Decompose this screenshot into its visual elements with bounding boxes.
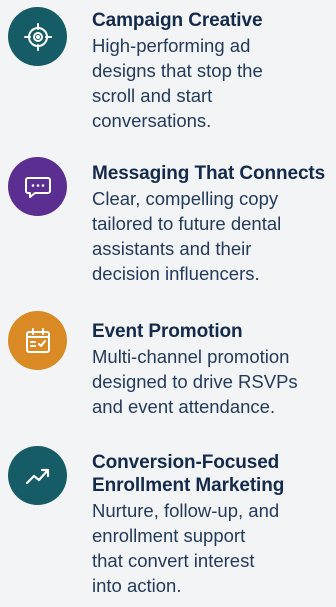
calendar-icon bbox=[25, 327, 50, 353]
service-description: High-performing ad designs that stop the… bbox=[92, 35, 263, 131]
service-description: Nurture, follow-up, and enrollment suppo… bbox=[92, 500, 280, 596]
service-title: Campaign Creative bbox=[92, 10, 263, 31]
service-title: Messaging That Connects bbox=[92, 163, 326, 184]
target-icon-badge bbox=[8, 7, 67, 66]
service-title: Conversion-Focused Enrollment Marketing bbox=[92, 452, 285, 496]
service-title: Event Promotion bbox=[92, 321, 243, 342]
chat-bubble-icon-badge bbox=[8, 157, 67, 216]
chat-bubble-icon bbox=[24, 176, 51, 198]
service-description: Clear, compelling copy tailored to futur… bbox=[92, 188, 282, 284]
calendar-icon-badge bbox=[8, 311, 67, 370]
service-description: Multi-channel promotion designed to driv… bbox=[92, 346, 298, 417]
trend-up-icon-badge bbox=[8, 446, 67, 505]
trend-up-icon bbox=[25, 468, 49, 484]
target-icon bbox=[23, 22, 52, 51]
